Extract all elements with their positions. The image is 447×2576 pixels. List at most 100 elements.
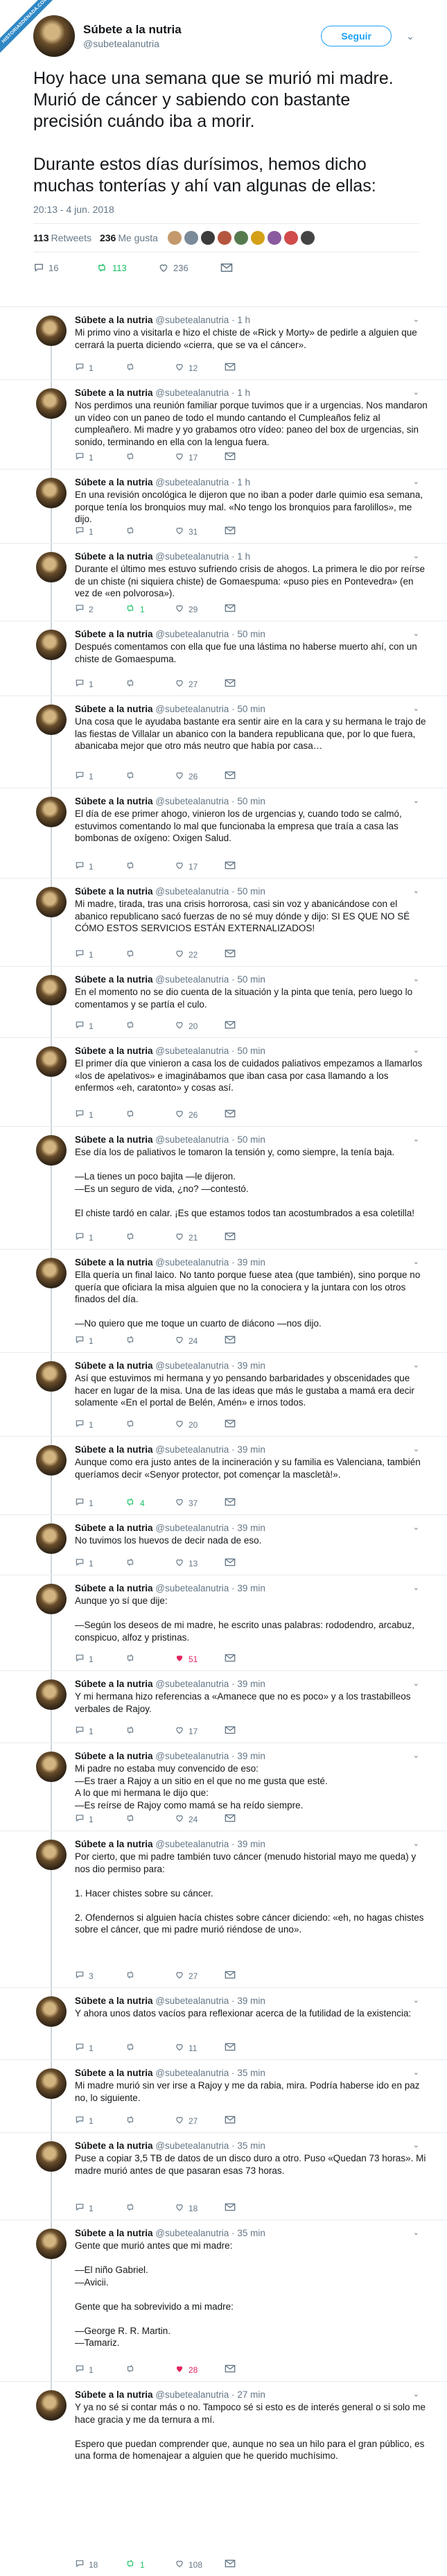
retweets-label[interactable]: Retweets <box>51 232 91 243</box>
reply-time[interactable]: 50 min <box>237 704 265 714</box>
reply-button[interactable]: 1 <box>75 1557 125 1569</box>
reply-button[interactable]: 1 <box>75 2042 125 2054</box>
account-handle[interactable]: @subetealanutria <box>155 886 229 897</box>
reply-button[interactable]: 3 <box>75 1970 125 1982</box>
reply-button[interactable]: 1 <box>75 2202 125 2214</box>
avatar[interactable] <box>36 1046 67 1077</box>
message-button[interactable] <box>225 770 274 782</box>
reply-button[interactable]: 1 <box>75 949 125 960</box>
account-handle[interactable]: @subetealanutria <box>155 477 229 487</box>
message-button[interactable] <box>220 263 283 273</box>
account-name[interactable]: Súbete a la nutria <box>75 477 153 487</box>
retweet-button[interactable] <box>125 362 175 374</box>
retweet-button[interactable] <box>125 1335 175 1347</box>
avatar[interactable] <box>36 630 67 660</box>
reply-button[interactable]: 1 <box>75 861 125 872</box>
account-name[interactable]: Súbete a la nutria <box>75 1134 153 1145</box>
chevron-down-icon[interactable]: ⌄ <box>413 2140 419 2152</box>
chevron-down-icon[interactable]: ⌄ <box>413 795 419 807</box>
message-button[interactable] <box>225 1970 274 1982</box>
like-button[interactable]: 236 <box>158 262 220 273</box>
message-button[interactable] <box>225 861 274 872</box>
chevron-down-icon[interactable]: ⌄ <box>413 1134 419 1146</box>
chevron-down-icon[interactable]: ⌄ <box>413 1995 419 2007</box>
avatar[interactable] <box>36 704 67 735</box>
message-button[interactable] <box>225 1020 274 1032</box>
chevron-down-icon[interactable]: ⌄ <box>413 1678 419 1690</box>
message-button[interactable] <box>225 1335 274 1347</box>
like-button[interactable]: 17 <box>175 451 225 463</box>
message-button[interactable] <box>225 2042 274 2054</box>
reply-button[interactable]: 1 <box>75 451 125 463</box>
avatar[interactable] <box>36 1840 67 1870</box>
avatar[interactable] <box>36 2068 67 2099</box>
retweet-button[interactable] <box>125 2202 175 2214</box>
message-button[interactable] <box>225 2559 274 2570</box>
reply-button[interactable]: 1 <box>75 526 125 537</box>
reply-tweet[interactable]: Súbete a la nutria @subetealanutria · 39… <box>0 1575 447 1670</box>
message-button[interactable] <box>225 1497 274 1509</box>
tweet-timestamp[interactable]: 20:13 - 4 jun. 2018 <box>33 204 419 215</box>
chevron-down-icon[interactable]: ⌄ <box>413 1256 419 1268</box>
chevron-down-icon[interactable]: ⌄ <box>413 974 419 985</box>
like-button[interactable]: 27 <box>175 2115 225 2127</box>
account-handle[interactable]: @subetealanutria <box>155 1996 229 2006</box>
reply-button[interactable]: 1 <box>75 2115 125 2127</box>
retweet-button[interactable] <box>125 1109 175 1121</box>
account-name[interactable]: Súbete a la nutria <box>75 1583 153 1593</box>
reply-time[interactable]: 39 min <box>237 1523 265 1533</box>
avatar[interactable] <box>36 1679 67 1710</box>
reply-tweet[interactable]: Súbete a la nutria @subetealanutria · 39… <box>0 1514 447 1575</box>
reply-time[interactable]: 50 min <box>237 886 265 897</box>
account-name[interactable]: Súbete a la nutria <box>75 388 153 398</box>
message-button[interactable] <box>225 2202 274 2214</box>
like-button[interactable]: 31 <box>175 526 225 537</box>
account-name[interactable]: Súbete a la nutria <box>75 974 153 985</box>
reply-tweet[interactable]: Súbete a la nutria @subetealanutria · 39… <box>0 1831 447 1987</box>
message-button[interactable] <box>225 1419 274 1430</box>
retweet-button[interactable] <box>125 1653 175 1665</box>
follow-button[interactable]: Seguir <box>321 26 392 46</box>
avatar[interactable] <box>36 552 67 582</box>
reply-time[interactable]: 39 min <box>237 1583 265 1593</box>
message-button[interactable] <box>225 1653 274 1665</box>
reply-tweet[interactable]: Súbete a la nutria @subetealanutria · 27… <box>0 2381 447 2576</box>
chevron-down-icon[interactable]: ⌄ <box>413 2067 419 2079</box>
reply-time[interactable]: 39 min <box>237 1257 265 1268</box>
reply-tweet[interactable]: Súbete a la nutria @subetealanutria · 35… <box>0 2132 447 2220</box>
message-button[interactable] <box>225 2115 274 2127</box>
account-handle[interactable]: @subetealanutria <box>155 629 229 639</box>
reply-time[interactable]: 1 h <box>237 315 250 325</box>
reply-button[interactable]: 1 <box>75 1020 125 1032</box>
retweet-button[interactable] <box>125 770 175 782</box>
retweet-button[interactable] <box>125 1557 175 1569</box>
account-handle[interactable]: @subetealanutria <box>155 704 229 714</box>
chevron-down-icon[interactable]: ⌄ <box>413 314 419 326</box>
account-name[interactable]: Súbete a la nutria <box>75 2141 153 2151</box>
account-name[interactable]: Súbete a la nutria <box>75 1996 153 2006</box>
account-handle[interactable]: @subetealanutria <box>155 551 229 562</box>
avatar[interactable] <box>36 1752 67 1782</box>
reply-button[interactable]: 1 <box>75 770 125 782</box>
like-count[interactable]: 236 <box>100 232 116 243</box>
retweet-button[interactable]: 1 <box>125 2559 175 2570</box>
reply-tweet[interactable]: Súbete a la nutria @subetealanutria · 50… <box>0 1126 447 1249</box>
chevron-down-icon[interactable]: ⌄ <box>413 387 419 399</box>
retweet-button[interactable] <box>125 1419 175 1430</box>
chevron-down-icon[interactable]: ⌄ <box>413 628 419 640</box>
avatar[interactable] <box>36 887 67 917</box>
like-button[interactable]: 20 <box>175 1419 225 1430</box>
avatar[interactable] <box>36 1135 67 1166</box>
message-button[interactable] <box>225 1725 274 1737</box>
account-name[interactable]: Súbete a la nutria <box>75 1839 153 1849</box>
reply-button[interactable]: 1 <box>75 1231 125 1243</box>
reply-tweet[interactable]: Súbete a la nutria @subetealanutria · 39… <box>0 1670 447 1743</box>
avatar[interactable] <box>36 1445 67 1476</box>
like-button[interactable]: 26 <box>175 1109 225 1121</box>
reply-tweet[interactable]: Súbete a la nutria @subetealanutria · 1 … <box>0 469 447 543</box>
reply-button[interactable]: 16 <box>33 262 96 273</box>
avatar[interactable] <box>36 1361 67 1392</box>
account-handle[interactable]: @subetealanutria <box>155 2389 229 2400</box>
account-handle[interactable]: @subetealanutria <box>155 2141 229 2151</box>
reply-time[interactable]: 1 h <box>237 388 250 398</box>
